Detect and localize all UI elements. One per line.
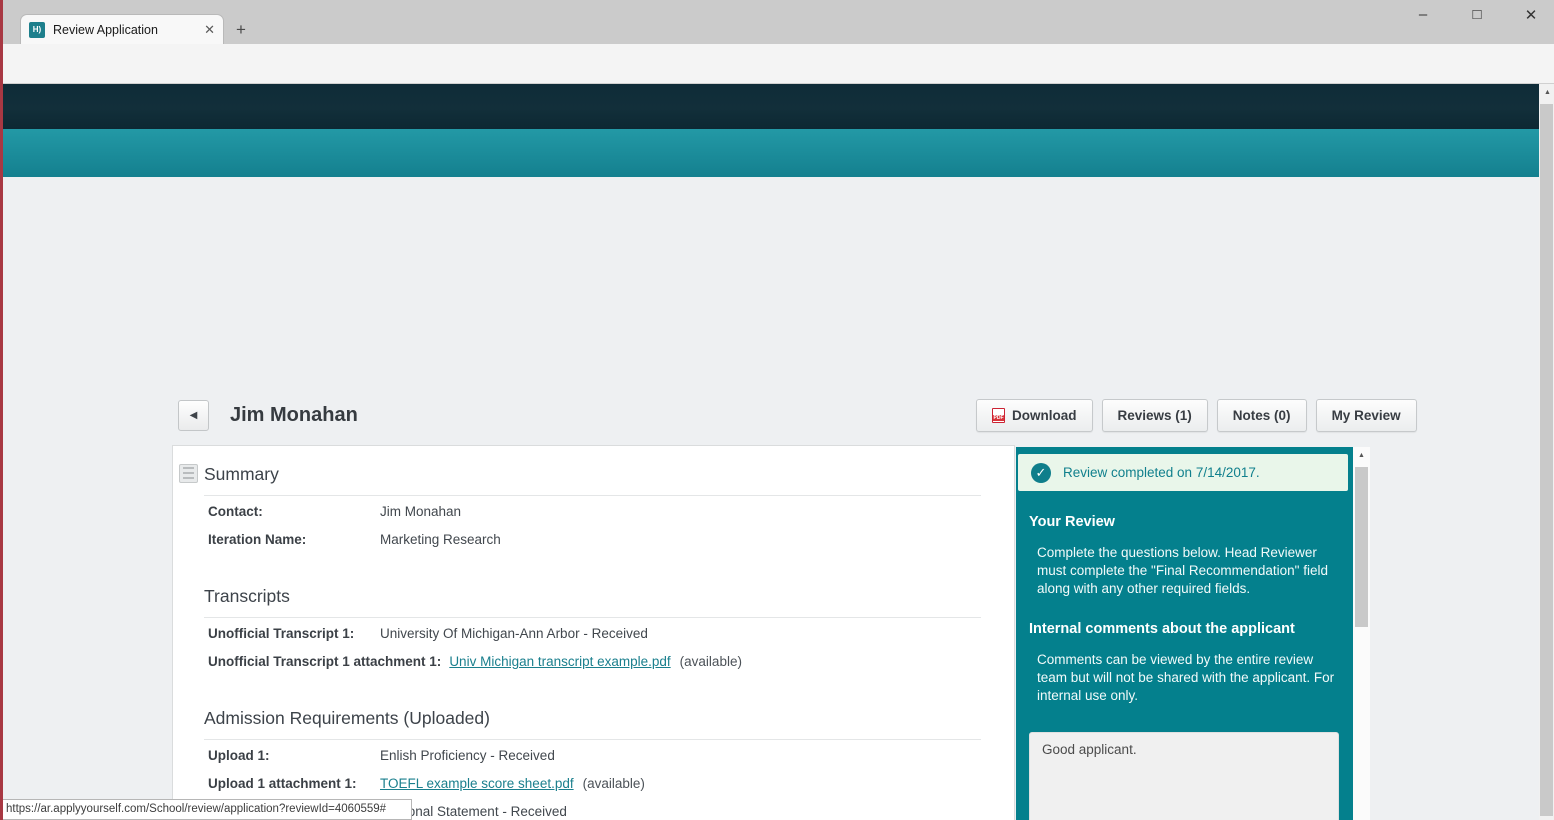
section-heading-admission: Admission Requirements (Uploaded) xyxy=(204,708,981,740)
field-row-contact: Contact:Jim Monahan xyxy=(208,504,1014,532)
review-completed-text: Review completed on 7/14/2017. xyxy=(1063,465,1260,480)
field-row-transcript1-attachment: Unofficial Transcript 1 attachment 1:Uni… xyxy=(208,654,1014,682)
site-favicon: H) xyxy=(29,22,45,38)
my-review-button[interactable]: My Review xyxy=(1316,399,1417,432)
applicant-name-title: Jim Monahan xyxy=(230,404,358,427)
panel-scrollbar-thumb[interactable] xyxy=(1355,467,1368,627)
panel-scrollbar[interactable]: ▲ ▼ xyxy=(1353,447,1370,820)
section-heading-transcripts: Transcripts xyxy=(204,586,981,618)
app-header: HOBSONS> AppReview REVIEW 3 ? xyxy=(0,84,1554,129)
notes-button[interactable]: Notes (0) xyxy=(1217,399,1307,432)
your-review-instructions: Complete the questions below. Head Revie… xyxy=(1037,544,1337,598)
minimize-button[interactable]: – xyxy=(1410,6,1436,24)
download-button[interactable]: Download xyxy=(976,399,1093,432)
page-scrollbar[interactable]: ▲ xyxy=(1539,84,1554,820)
window-left-edge xyxy=(0,0,3,820)
field-row-transcript1: Unofficial Transcript 1:University Of Mi… xyxy=(208,626,1014,654)
transcript-attachment-link[interactable]: Univ Michigan transcript example.pdf xyxy=(449,654,670,669)
maximize-button[interactable]: □ xyxy=(1464,6,1490,24)
page-scroll-up-icon[interactable]: ▲ xyxy=(1539,84,1554,101)
pdf-icon xyxy=(992,408,1005,423)
tab-title: Review Application xyxy=(53,23,198,37)
sub-nav-bar: Inbox xyxy=(0,129,1554,177)
application-card: Summary Contact:Jim Monahan Iteration Na… xyxy=(172,445,1015,820)
close-button[interactable]: ✕ xyxy=(1518,6,1544,24)
internal-comments-instructions: Comments can be viewed by the entire rev… xyxy=(1037,651,1337,705)
your-review-heading: Your Review xyxy=(1029,514,1353,530)
internal-comments-textarea[interactable]: Good applicant. xyxy=(1029,732,1339,820)
internal-comments-heading: Internal comments about the applicant xyxy=(1029,621,1353,637)
scroll-up-icon[interactable]: ▲ xyxy=(1353,447,1370,464)
summary-list-icon xyxy=(179,464,198,483)
section-heading-summary: Summary xyxy=(204,464,981,496)
review-panel: ✓ Review completed on 7/14/2017. Your Re… xyxy=(1016,447,1370,820)
check-circle-icon: ✓ xyxy=(1031,463,1051,483)
new-tab-button[interactable]: + xyxy=(236,20,246,40)
upload1-attachment-link[interactable]: TOEFL example score sheet.pdf xyxy=(380,776,574,791)
window-titlebar: H) Review Application ✕ + – □ ✕ xyxy=(0,0,1554,44)
review-completed-banner: ✓ Review completed on 7/14/2017. xyxy=(1018,454,1348,491)
page-scrollbar-thumb[interactable] xyxy=(1540,104,1553,816)
tab-close-icon[interactable]: ✕ xyxy=(204,22,215,38)
field-row-iteration: Iteration Name:Marketing Research xyxy=(208,532,1014,560)
field-row-upload1: Upload 1:Enlish Proficiency - Received xyxy=(208,748,1014,776)
browser-tab[interactable]: H) Review Application ✕ xyxy=(20,14,224,44)
browser-toolbar: ← ⓘ https://ar.applyyourself.com/School/… xyxy=(0,44,1554,84)
previous-applicant-button[interactable]: ◀ xyxy=(178,400,209,431)
action-buttons: Download Reviews (1) Notes (0) My Review xyxy=(976,399,1417,432)
page-content: ◀ Jim Monahan Download Reviews (1) Notes… xyxy=(0,177,1554,820)
reviews-button[interactable]: Reviews (1) xyxy=(1102,399,1208,432)
status-bar: https://ar.applyyourself.com/School/revi… xyxy=(0,799,412,820)
